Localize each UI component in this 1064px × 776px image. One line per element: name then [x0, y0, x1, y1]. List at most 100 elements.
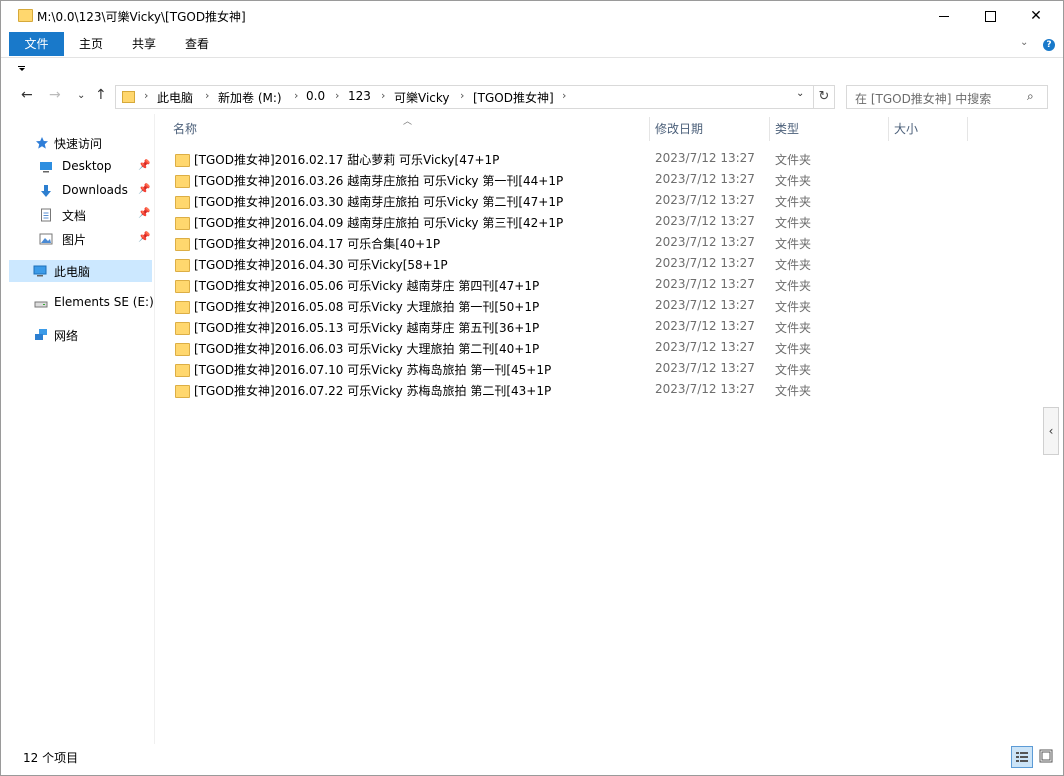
column-divider[interactable] — [649, 117, 650, 141]
sidebar-item-downloads[interactable]: Downloads 📌 — [1, 180, 153, 202]
table-row[interactable]: [TGOD推女神]2016.02.17 甜心萝莉 可乐Vicky[47+1P 20… — [166, 149, 816, 170]
folder-icon — [175, 385, 190, 398]
desktop-icon — [40, 162, 52, 173]
table-row[interactable]: [TGOD推女神]2016.03.26 越南芽庄旅拍 可乐Vicky 第一刊[4… — [166, 170, 816, 191]
file-name: [TGOD推女神]2016.04.30 可乐Vicky[58+1P — [194, 258, 448, 272]
sidebar-item-documents[interactable]: 文档 📌 — [1, 204, 153, 226]
table-row[interactable]: [TGOD推女神]2016.05.08 可乐Vicky 大理旅拍 第一刊[50+… — [166, 296, 816, 317]
file-type: 文件夹 — [775, 237, 812, 251]
recent-locations-icon[interactable]: ⌄ — [77, 90, 85, 101]
refresh-button[interactable]: ↻ — [814, 85, 835, 109]
file-name: [TGOD推女神]2016.04.09 越南芽庄旅拍 可乐Vicky 第三刊[4… — [194, 216, 564, 230]
file-date: 2023/7/12 13:27 — [655, 340, 755, 354]
file-name: [TGOD推女神]2016.05.06 可乐Vicky 越南芽庄 第四刊[47+… — [194, 279, 540, 293]
large-icons-view-button[interactable] — [1036, 746, 1056, 766]
table-row[interactable]: [TGOD推女神]2016.07.22 可乐Vicky 苏梅岛旅拍 第二刊[43… — [166, 380, 816, 401]
column-header-date[interactable]: 修改日期 — [655, 117, 703, 141]
maximize-button[interactable] — [967, 1, 1013, 31]
column-divider[interactable] — [888, 117, 889, 141]
pin-icon[interactable]: 📌 — [138, 184, 150, 195]
chevron-right-icon[interactable]: › — [562, 89, 566, 102]
column-header-name[interactable]: 名称 — [173, 117, 197, 141]
breadcrumb-123[interactable]: 123 — [348, 89, 371, 103]
navigation-pane: 快速访问 Desktop 📌 Downloads 📌 文档 📌 图片 📌 此电脑 — [1, 114, 155, 744]
search-placeholder: 在 [TGOD推女神] 中搜索 — [855, 92, 992, 106]
customize-toolbar-icon[interactable] — [19, 68, 25, 71]
table-row[interactable]: [TGOD推女神]2016.04.30 可乐Vicky[58+1P 2023/7/… — [166, 254, 816, 275]
chevron-right-icon[interactable]: › — [144, 89, 148, 102]
pin-icon[interactable]: 📌 — [138, 208, 150, 219]
file-type: 文件夹 — [775, 300, 812, 314]
column-header-type[interactable]: 类型 — [775, 117, 799, 141]
breadcrumb-tgod[interactable]: [TGOD推女神] — [473, 89, 554, 106]
search-input[interactable]: 在 [TGOD推女神] 中搜索 ⌕ — [846, 85, 1048, 109]
folder-icon — [175, 175, 190, 188]
sidebar-item-pictures[interactable]: 图片 📌 — [1, 228, 153, 250]
help-icon[interactable]: ? — [1043, 39, 1055, 51]
back-icon[interactable]: ← — [21, 87, 33, 103]
table-row[interactable]: [TGOD推女神]2016.06.03 可乐Vicky 大理旅拍 第二刊[40+… — [166, 338, 816, 359]
table-row[interactable]: [TGOD推女神]2016.04.09 越南芽庄旅拍 可乐Vicky 第三刊[4… — [166, 212, 816, 233]
file-type: 文件夹 — [775, 384, 812, 398]
column-header-size[interactable]: 大小 — [894, 117, 918, 141]
sidebar-item-elements-se[interactable]: Elements SE (E:) — [1, 292, 154, 314]
breadcrumb-vicky[interactable]: 可樂Vicky — [394, 89, 450, 106]
minimize-icon — [939, 16, 949, 17]
breadcrumb-this-pc[interactable]: 此电脑 — [157, 89, 193, 106]
up-icon[interactable]: ↑ — [95, 87, 107, 103]
maximize-icon — [985, 11, 996, 22]
close-button[interactable]: ✕ — [1013, 1, 1059, 31]
address-bar[interactable]: › 此电脑 › 新加卷 (M:) › 0.0 › 123 › 可樂Vicky ›… — [115, 85, 814, 109]
file-type: 文件夹 — [775, 363, 812, 377]
file-name: [TGOD推女神]2016.04.17 可乐合集[40+1P — [194, 237, 441, 251]
navigation-bar: ← → ⌄ ↑ › 此电脑 › 新加卷 (M:) › 0.0 › 123 › 可… — [1, 81, 1063, 113]
search-icon[interactable]: ⌕ — [1027, 89, 1034, 104]
expand-ribbon-chevron-icon[interactable]: ⌄ — [1020, 37, 1028, 48]
file-name: [TGOD推女神]2016.06.03 可乐Vicky 大理旅拍 第二刊[40+… — [194, 342, 540, 356]
sidebar-item-network[interactable]: 网络 — [1, 324, 153, 346]
preview-pane-toggle[interactable]: ‹ — [1043, 407, 1059, 455]
column-divider[interactable] — [769, 117, 770, 141]
folder-icon — [175, 301, 190, 314]
chevron-right-icon[interactable]: › — [205, 89, 209, 102]
sidebar-item-label: Downloads — [62, 183, 128, 197]
table-row[interactable]: [TGOD推女神]2016.03.30 越南芽庄旅拍 可乐Vicky 第二刊[4… — [166, 191, 816, 212]
column-divider[interactable] — [967, 117, 968, 141]
table-row[interactable]: [TGOD推女神]2016.07.10 可乐Vicky 苏梅岛旅拍 第一刊[45… — [166, 359, 816, 380]
tab-home[interactable]: 主页 — [79, 32, 103, 56]
sidebar-item-this-pc[interactable]: 此电脑 — [9, 260, 152, 282]
chevron-down-icon[interactable]: ⌄ — [796, 88, 804, 99]
file-name: [TGOD推女神]2016.05.13 可乐Vicky 越南芽庄 第五刊[36+… — [194, 321, 540, 335]
chevron-right-icon[interactable]: › — [335, 89, 339, 102]
folder-icon — [175, 238, 190, 251]
downloads-icon — [41, 185, 51, 197]
minimize-button[interactable] — [921, 1, 967, 31]
pin-icon[interactable]: 📌 — [138, 232, 150, 243]
file-date: 2023/7/12 13:27 — [655, 298, 755, 312]
details-view-button[interactable] — [1011, 746, 1033, 768]
file-name: [TGOD推女神]2016.03.26 越南芽庄旅拍 可乐Vicky 第一刊[4… — [194, 174, 564, 188]
tab-view[interactable]: 查看 — [185, 32, 209, 56]
file-date: 2023/7/12 13:27 — [655, 214, 755, 228]
tab-share[interactable]: 共享 — [132, 32, 156, 56]
sidebar-item-desktop[interactable]: Desktop 📌 — [1, 156, 153, 178]
breadcrumb-volume-m[interactable]: 新加卷 (M:) — [218, 89, 282, 106]
chevron-right-icon[interactable]: › — [381, 89, 385, 102]
table-row[interactable]: [TGOD推女神]2016.05.06 可乐Vicky 越南芽庄 第四刊[47+… — [166, 275, 816, 296]
computer-icon — [33, 265, 47, 277]
file-date: 2023/7/12 13:27 — [655, 361, 755, 375]
chevron-right-icon[interactable]: › — [460, 89, 464, 102]
file-type: 文件夹 — [775, 195, 812, 209]
ribbon-tabs: 文件 主页 共享 查看 ⌄ ? — [1, 31, 1063, 58]
chevron-right-icon[interactable]: › — [294, 89, 298, 102]
customize-toolbar-line — [18, 66, 25, 67]
sidebar-item-quick-access[interactable]: 快速访问 — [1, 132, 153, 154]
tab-file[interactable]: 文件 — [9, 32, 64, 56]
breadcrumb-0-0[interactable]: 0.0 — [306, 89, 325, 103]
pin-icon[interactable]: 📌 — [138, 160, 150, 171]
table-row[interactable]: [TGOD推女神]2016.04.17 可乐合集[40+1P 2023/7/12 … — [166, 233, 816, 254]
file-date: 2023/7/12 13:27 — [655, 319, 755, 333]
network-icon — [35, 329, 47, 340]
table-row[interactable]: [TGOD推女神]2016.05.13 可乐Vicky 越南芽庄 第五刊[36+… — [166, 317, 816, 338]
forward-icon[interactable]: → — [49, 87, 61, 103]
